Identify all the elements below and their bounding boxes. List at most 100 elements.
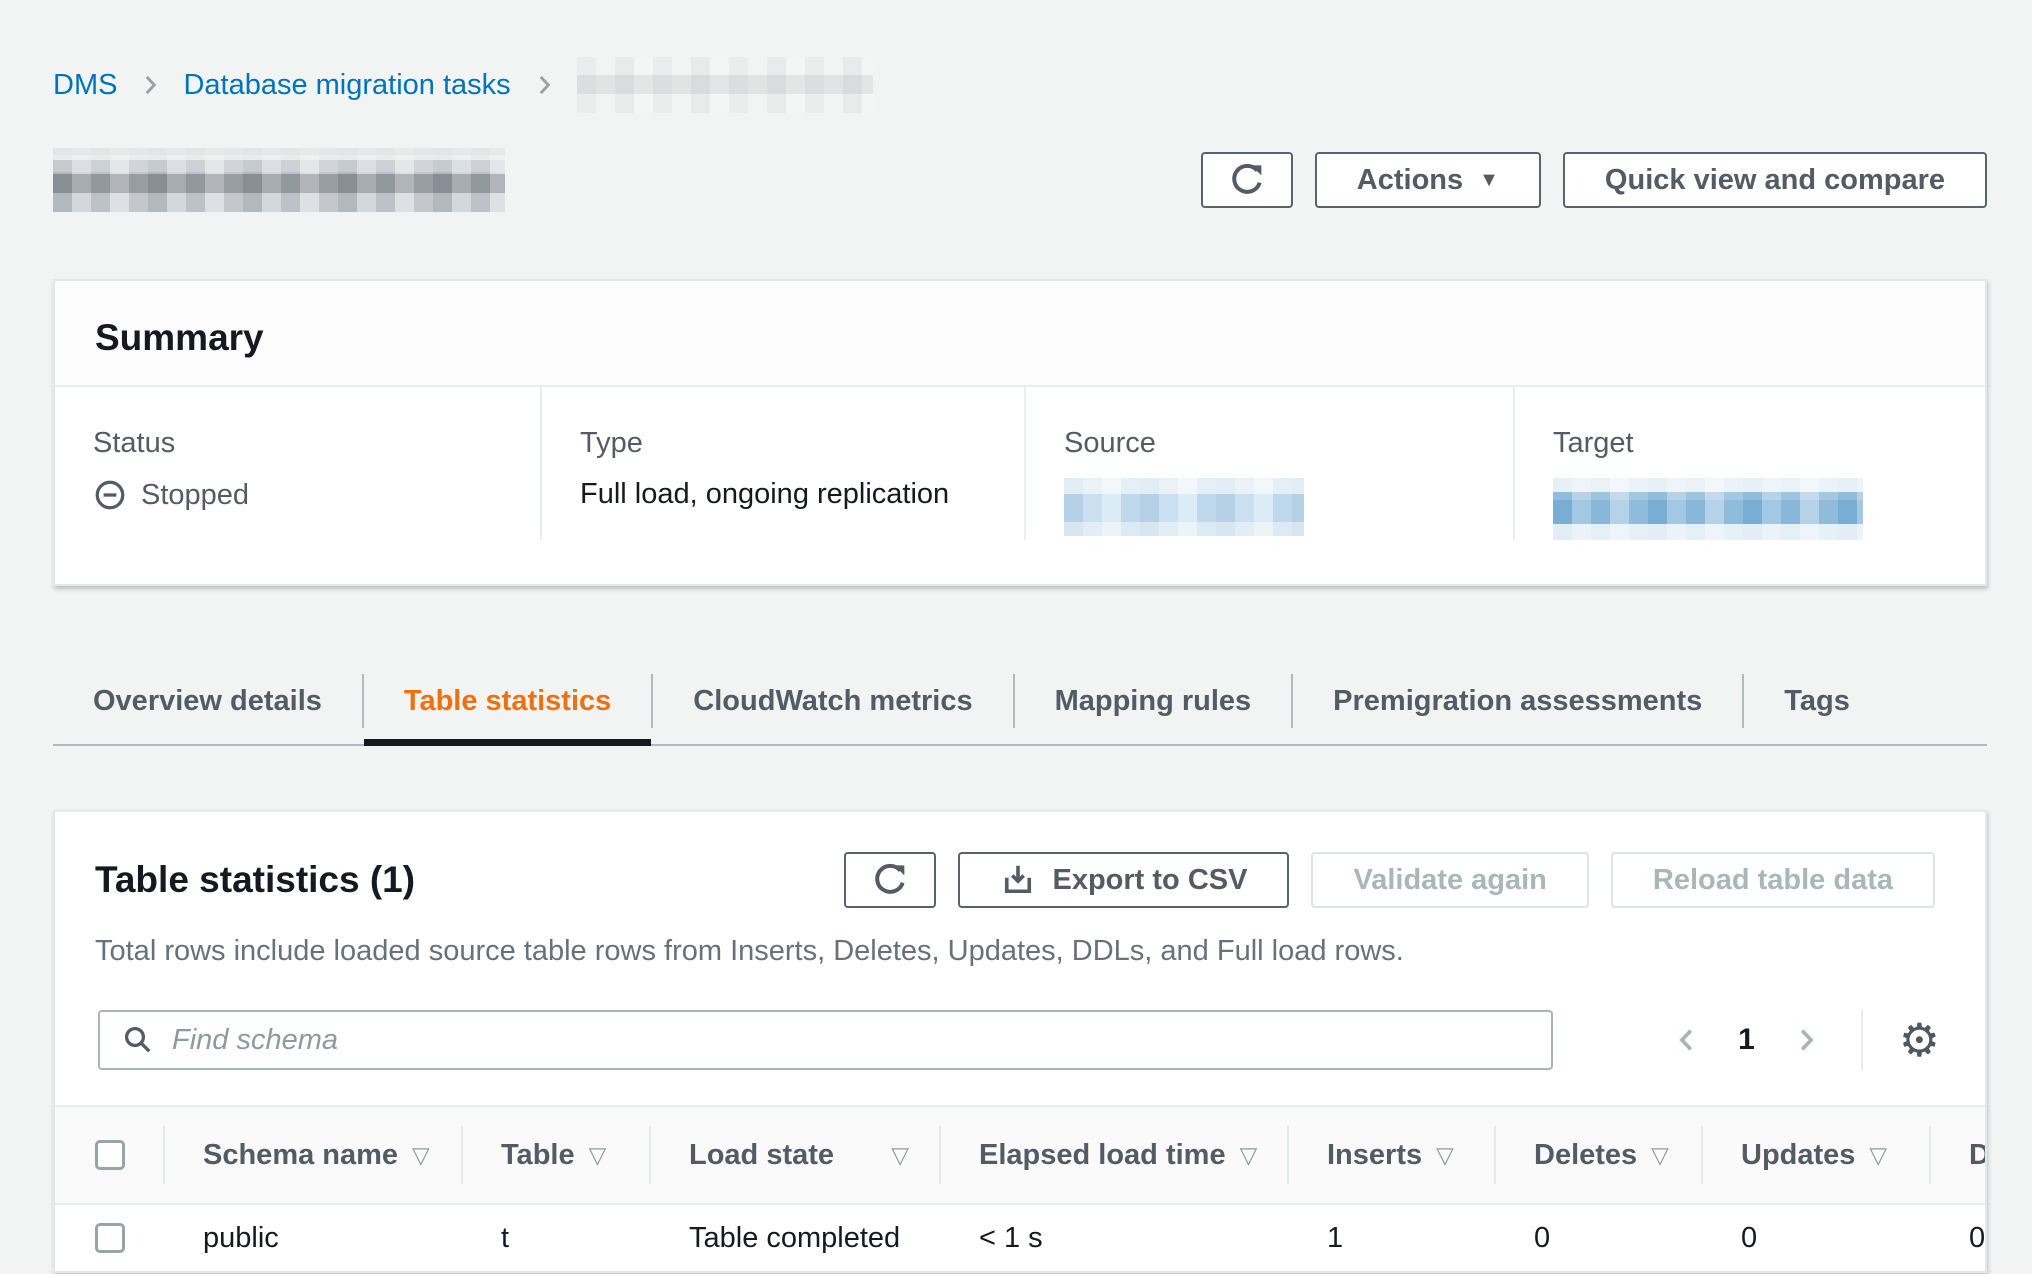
summary-card-header: Summary: [55, 281, 1985, 387]
current-page-number[interactable]: 1: [1732, 1023, 1761, 1057]
column-header-ddls[interactable]: DDLs: [1929, 1107, 1987, 1203]
tab-cloudwatch-metrics[interactable]: CloudWatch metrics: [653, 658, 1012, 744]
target-label: Target: [1553, 427, 1961, 460]
pagination-divider: [1861, 1010, 1863, 1070]
search-input[interactable]: [172, 1024, 1531, 1057]
tab-table-statistics[interactable]: Table statistics: [364, 658, 651, 744]
status-text: Stopped: [141, 479, 249, 512]
cell-deletes: 0: [1494, 1205, 1701, 1271]
chevron-right-icon: [1791, 1025, 1821, 1055]
summary-grid: Status Stopped Type Full load, ongoing r…: [55, 387, 1985, 584]
column-label: Schema name: [203, 1139, 398, 1172]
cell-ddls: 0: [1929, 1205, 1987, 1271]
cell-updates: 0: [1701, 1205, 1929, 1271]
table-header-row: Schema name ▽ Table ▽ Load state ▽ Elaps…: [55, 1105, 1987, 1205]
column-header-inserts[interactable]: Inserts ▽: [1287, 1107, 1494, 1203]
target-value-redacted: [1553, 478, 1863, 540]
dms-task-page: DMS Database migration tasks Actions: [0, 0, 2032, 1273]
next-page-button[interactable]: [1787, 1021, 1825, 1059]
actions-label: Actions: [1357, 164, 1463, 197]
column-header-load-state[interactable]: Load state ▽: [649, 1107, 939, 1203]
type-label: Type: [580, 427, 1000, 460]
select-all-checkbox[interactable]: [95, 1140, 125, 1170]
table-card-actions: Export to CSV Validate again Reload tabl…: [844, 852, 1935, 908]
source-value-redacted: [1064, 478, 1304, 536]
export-csv-label: Export to CSV: [1052, 864, 1247, 897]
refresh-icon: [1227, 160, 1267, 200]
breadcrumb: DMS Database migration tasks: [53, 56, 1987, 114]
chevron-left-icon: [1672, 1025, 1702, 1055]
refresh-icon: [870, 860, 910, 900]
gear-icon: ⚙: [1899, 1014, 1940, 1066]
table-refresh-button[interactable]: [844, 852, 936, 908]
schema-search-box: [98, 1010, 1553, 1070]
table-row[interactable]: public t Table completed < 1 s 1 0 0 0: [55, 1205, 1987, 1271]
filter-icon[interactable]: ▽: [1436, 1142, 1454, 1169]
caret-down-icon: ▼: [1479, 170, 1499, 190]
tab-mapping-rules[interactable]: Mapping rules: [1015, 658, 1292, 744]
reload-table-data-button[interactable]: Reload table data: [1611, 852, 1935, 908]
table-statistics-description: Total rows include loaded source table r…: [55, 908, 1985, 968]
table-statistics-card: Table statistics (1): [53, 810, 1987, 1273]
column-header-table[interactable]: Table ▽: [461, 1107, 649, 1203]
type-value: Full load, ongoing replication: [580, 478, 1000, 511]
column-label: Elapsed load time: [979, 1139, 1226, 1172]
task-tabs: Overview details Table statistics CloudW…: [53, 658, 1987, 746]
status-label: Status: [93, 427, 516, 460]
summary-card: Summary Status Stopped Type Full load,: [53, 279, 1987, 586]
summary-source-column: Source: [1024, 387, 1513, 540]
breadcrumb-link-migration-tasks[interactable]: Database migration tasks: [183, 69, 510, 102]
cell-schema-name: public: [163, 1205, 461, 1271]
source-label: Source: [1064, 427, 1489, 460]
export-csv-button[interactable]: Export to CSV: [958, 852, 1289, 908]
cell-inserts: 1: [1287, 1205, 1494, 1271]
search-icon: [120, 1022, 156, 1058]
breadcrumb-current-redacted: [577, 57, 873, 113]
cell-table: t: [461, 1205, 649, 1271]
filter-icon[interactable]: ▽: [1240, 1142, 1258, 1169]
column-header-schema-name[interactable]: Schema name ▽: [163, 1107, 461, 1203]
actions-menu-button[interactable]: Actions ▼: [1315, 152, 1541, 208]
header-select-cell: [55, 1107, 163, 1203]
tab-premigration-assessments[interactable]: Premigration assessments: [1293, 658, 1742, 744]
summary-status-column: Status Stopped: [55, 387, 540, 540]
status-value: Stopped: [93, 478, 516, 512]
chevron-right-icon: [137, 72, 163, 98]
download-icon: [1000, 862, 1036, 898]
cell-elapsed-load-time: < 1 s: [939, 1205, 1287, 1271]
tab-tags[interactable]: Tags: [1744, 658, 1890, 744]
filter-icon[interactable]: ▽: [589, 1142, 607, 1169]
filter-icon[interactable]: ▽: [1651, 1142, 1669, 1169]
column-label: Updates: [1741, 1139, 1855, 1172]
column-label: DDLs: [1969, 1139, 1987, 1172]
breadcrumb-link-dms[interactable]: DMS: [53, 69, 117, 102]
stopped-icon: [93, 478, 127, 512]
refresh-button[interactable]: [1201, 152, 1293, 208]
row-checkbox[interactable]: [95, 1223, 125, 1253]
quick-view-compare-button[interactable]: Quick view and compare: [1563, 152, 1987, 208]
tab-overview-details[interactable]: Overview details: [53, 658, 362, 744]
table-card-header: Table statistics (1): [55, 852, 1985, 908]
cell-load-state: Table completed: [649, 1205, 939, 1271]
row-select-cell: [55, 1205, 163, 1271]
column-header-updates[interactable]: Updates ▽: [1701, 1107, 1929, 1203]
header-actions: Actions ▼ Quick view and compare: [1201, 152, 1987, 208]
summary-title: Summary: [95, 317, 1945, 359]
filter-icon[interactable]: ▽: [412, 1142, 430, 1169]
previous-page-button[interactable]: [1668, 1021, 1706, 1059]
page-title-redacted: [53, 148, 505, 212]
page-header: Actions ▼ Quick view and compare: [53, 148, 1987, 212]
filter-icon[interactable]: ▽: [1869, 1142, 1887, 1169]
preferences-gear-button[interactable]: ⚙: [1899, 1017, 1940, 1063]
column-label: Inserts: [1327, 1139, 1422, 1172]
validate-again-button[interactable]: Validate again: [1311, 852, 1588, 908]
table-statistics-title: Table statistics (1): [95, 859, 415, 901]
pagination: 1 ⚙: [1668, 1010, 1940, 1070]
column-header-deletes[interactable]: Deletes ▽: [1494, 1107, 1701, 1203]
summary-type-column: Type Full load, ongoing replication: [540, 387, 1024, 540]
summary-target-column: Target: [1513, 387, 1985, 540]
column-header-elapsed-load-time[interactable]: Elapsed load time ▽: [939, 1107, 1287, 1203]
table-statistics-table: Schema name ▽ Table ▽ Load state ▽ Elaps…: [55, 1105, 1985, 1271]
filter-icon[interactable]: ▽: [891, 1142, 909, 1169]
table-toolbar: 1 ⚙: [55, 968, 1985, 1070]
